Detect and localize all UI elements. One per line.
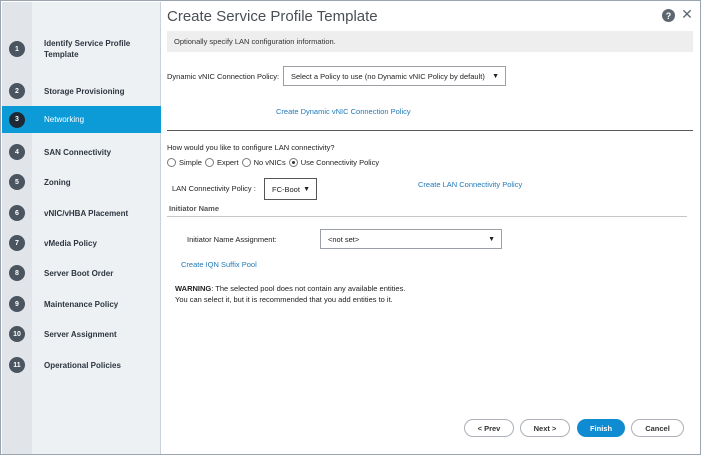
sidebar-step-san-connectivity[interactable]: 4 SAN Connectivity (2, 137, 161, 167)
radio-label: Simple (179, 158, 202, 167)
sidebar-step-server-assignment[interactable]: 10 Server Assignment (2, 319, 161, 349)
step-number-badge: 10 (9, 326, 25, 342)
warning-text: : The selected pool does not contain any… (211, 284, 406, 293)
sidebar-step-label: Identify Service Profile Template (44, 39, 131, 59)
step-number-badge: 6 (9, 205, 25, 221)
dialog-title: Create Service Profile Template (167, 8, 378, 25)
step-number-badge: 8 (9, 265, 25, 281)
info-bar: Optionally specify LAN configuration inf… (167, 31, 693, 52)
initiator-name-assignment-label: Initiator Name Assignment: (187, 235, 277, 244)
close-icon[interactable]: ✕ (680, 7, 694, 21)
radio-no-vnics[interactable]: No vNICs (241, 158, 286, 167)
warning-line-2: You can select it, but it is recommended… (175, 295, 393, 304)
radio-expert[interactable]: Expert (204, 158, 239, 167)
next-button[interactable]: Next > (520, 419, 570, 437)
chevron-down-icon: ▼ (488, 236, 495, 243)
initiator-section-divider (167, 216, 687, 217)
step-number-badge: 9 (9, 296, 25, 312)
step-number-badge: 3 (9, 111, 25, 128)
create-lan-connectivity-policy-link[interactable]: Create LAN Connectivity Policy (418, 180, 522, 189)
sidebar-step-label: Server Assignment (44, 329, 117, 339)
radio-selected-icon (288, 158, 298, 167)
lan-connectivity-question: How would you like to configure LAN conn… (167, 143, 335, 152)
cancel-button[interactable]: Cancel (631, 419, 684, 437)
sidebar-step-server-boot-order[interactable]: 8 Server Boot Order (2, 258, 161, 288)
radio-label: Use Connectivity Policy (300, 158, 380, 167)
sidebar-step-storage-provisioning[interactable]: 2 Storage Provisioning (2, 76, 161, 106)
lan-connectivity-radio-group: Simple Expert No vNICs Use Connectivity … (167, 158, 382, 167)
section-divider (167, 130, 693, 131)
sidebar-step-label: Operational Policies (44, 360, 121, 370)
step-number-badge: 2 (9, 83, 25, 99)
radio-label: Expert (216, 158, 239, 167)
initiator-name-assignment-select[interactable]: <not set> ▼ (320, 229, 502, 249)
sidebar-step-vnic-vhba-placement[interactable]: 6 vNIC/vHBA Placement (2, 198, 161, 228)
chevron-down-icon: ▼ (303, 186, 310, 193)
step-number-badge: 5 (9, 174, 25, 190)
step-number-badge: 11 (9, 357, 25, 373)
create-dynamic-vnic-policy-link[interactable]: Create Dynamic vNIC Connection Policy (276, 107, 411, 116)
sidebar-step-label: Zoning (44, 177, 71, 187)
sidebar-step-maintenance-policy[interactable]: 9 Maintenance Policy (2, 289, 161, 319)
initiator-name-section-heading: Initiator Name (169, 204, 220, 213)
create-iqn-suffix-pool-link[interactable]: Create IQN Suffix Pool (181, 260, 257, 269)
warning-line-1: WARNING: The selected pool does not cont… (175, 283, 405, 294)
chevron-down-icon: ▼ (492, 73, 499, 80)
sidebar-step-networking[interactable]: 3 Networking (2, 106, 161, 133)
step-number-badge: 7 (9, 235, 25, 251)
sidebar-step-label: Server Boot Order (44, 268, 114, 278)
dynamic-vnic-policy-value: Select a Policy to use (no Dynamic vNIC … (291, 71, 485, 81)
dynamic-vnic-policy-select[interactable]: Select a Policy to use (no Dynamic vNIC … (283, 66, 506, 86)
finish-button[interactable]: Finish (577, 419, 625, 437)
radio-circle-icon (204, 158, 214, 167)
radio-simple[interactable]: Simple (167, 158, 202, 167)
sidebar-step-label: Networking (44, 115, 85, 124)
lan-connectivity-policy-value: FC-Boot (272, 184, 300, 194)
sidebar-step-operational-policies[interactable]: 11 Operational Policies (2, 350, 161, 380)
prev-button[interactable]: < Prev (464, 419, 514, 437)
warning-label: WARNING (175, 284, 212, 293)
radio-circle-icon (241, 158, 251, 167)
wizard-sidebar: 1 Identify Service Profile Template 2 St… (2, 2, 161, 454)
sidebar-step-label: Storage Provisioning (44, 86, 125, 96)
help-icon[interactable]: ? (662, 9, 675, 22)
create-service-profile-template-dialog: 1 Identify Service Profile Template 2 St… (0, 0, 701, 455)
radio-label: No vNICs (253, 158, 286, 167)
step-number-badge: 4 (9, 144, 25, 160)
sidebar-step-vmedia-policy[interactable]: 7 vMedia Policy (2, 228, 161, 258)
step-number-badge: 1 (9, 41, 25, 57)
sidebar-step-zoning[interactable]: 5 Zoning (2, 167, 161, 197)
lan-connectivity-policy-label: LAN Connectivity Policy : (172, 184, 256, 193)
sidebar-step-label: vMedia Policy (44, 238, 97, 248)
radio-use-connectivity-policy[interactable]: Use Connectivity Policy (288, 158, 380, 167)
sidebar-step-label: vNIC/vHBA Placement (44, 208, 129, 218)
lan-connectivity-policy-select[interactable]: FC-Boot ▼ (264, 178, 317, 200)
sidebar-step-identify-service-profile-template[interactable]: 1 Identify Service Profile Template (2, 34, 161, 64)
sidebar-step-label: SAN Connectivity (44, 147, 112, 157)
warning-message: WARNING: The selected pool does not cont… (175, 283, 405, 305)
sidebar-step-label: Maintenance Policy (44, 299, 119, 309)
initiator-name-assignment-value: <not set> (328, 234, 360, 244)
radio-circle-icon (167, 158, 176, 167)
dynamic-vnic-policy-label: Dynamic vNIC Connection Policy: (167, 72, 280, 81)
